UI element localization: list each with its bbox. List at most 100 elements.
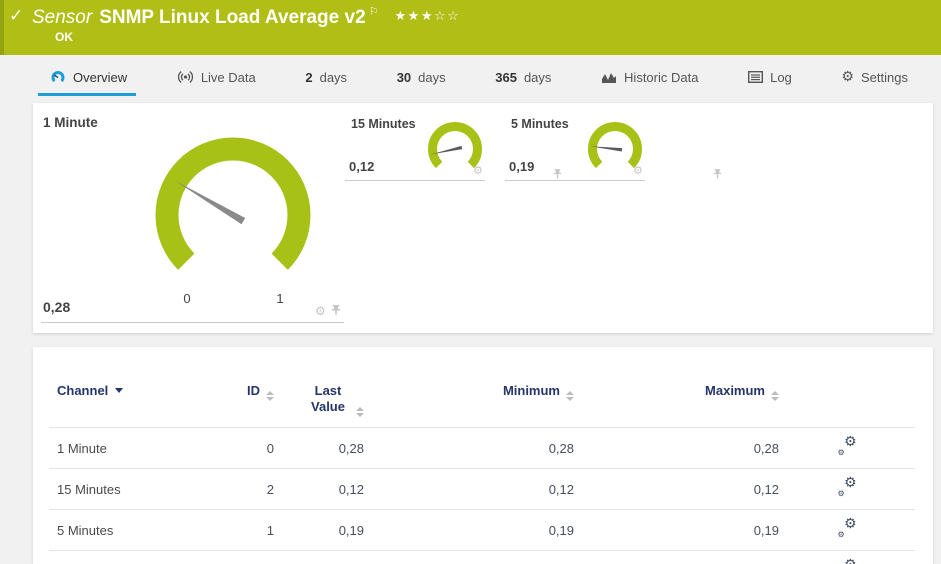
tab-number: 2: [305, 69, 313, 85]
tab-label: days: [523, 69, 552, 85]
sort-desc-icon: [115, 388, 124, 393]
minimum-cell: 0,28: [364, 427, 574, 469]
pin-icon[interactable]: [713, 169, 722, 180]
tab-settings[interactable]: ⚙ Settings: [838, 55, 911, 99]
tab-bar: Overview Live Data 2 days 30 days 365 da…: [0, 55, 941, 99]
tab-historic-data[interactable]: Historic Data: [598, 55, 701, 99]
tab-label: Settings: [860, 69, 908, 85]
prtg-sensor-page: ✓ Sensor SNMP Linux Load Average v2 ⚐ ★★★☆☆…: [0, 0, 941, 564]
tab-label: Historic Data: [624, 69, 699, 85]
tab-2-days[interactable]: 2 days: [302, 55, 350, 99]
channel-settings-icon[interactable]: ⚙⚙: [838, 476, 857, 498]
sensor-status-badge: OK: [55, 30, 73, 44]
gauge-divider: [41, 322, 344, 323]
channel-id-cell: 2: [199, 468, 274, 510]
maximum-cell: 0,28: [574, 427, 779, 469]
sort-icon: [356, 407, 364, 418]
tab-overview[interactable]: Overview: [37, 55, 137, 99]
maximum-cell: 0,12: [574, 468, 779, 510]
header-edge: [0, 0, 4, 55]
gauge-value-5-minutes: 0,19: [509, 159, 535, 174]
gauge-controls: ⚙: [315, 305, 341, 317]
tab-log[interactable]: Log: [745, 55, 795, 99]
maximum-cell: 0,19: [574, 509, 779, 551]
chart-icon: [602, 72, 617, 83]
gauge-divider: [345, 180, 485, 181]
gauge-scale-max: 1: [276, 291, 283, 306]
channel-name-cell: Downtime: [49, 550, 199, 564]
channel-name-cell: 15 Minutes: [49, 468, 199, 510]
column-header-channel[interactable]: Channel: [49, 377, 199, 428]
gauge-divider: [505, 180, 645, 181]
table-row: 1 Minute 0 0,28 0,28 0,28 ⚙ ⚙: [49, 427, 915, 469]
gauge-value-15-minutes: 0,12: [349, 159, 375, 174]
channel-id-cell: 1: [199, 509, 274, 551]
column-label: ID: [247, 383, 260, 398]
tab-365-days[interactable]: 365 days: [492, 55, 554, 99]
last-value-cell: 0,19: [274, 509, 364, 551]
column-header-maximum[interactable]: Maximum: [574, 377, 779, 428]
tab-label: days: [418, 69, 446, 85]
column-label: Minimum: [502, 383, 560, 398]
tab-label: days: [319, 69, 348, 85]
gauge-title-1-minute: 1 Minute: [43, 115, 98, 130]
sensor-header: ✓ Sensor SNMP Linux Load Average v2 ⚐ ★★★☆☆…: [0, 0, 941, 55]
column-header-last-value[interactable]: Last Value: [274, 377, 364, 428]
column-label: Last Value: [311, 383, 345, 415]
sort-icon: [566, 391, 574, 401]
gauge-scale-min: 0: [183, 291, 190, 306]
minimum-cell: 0,12: [364, 468, 574, 510]
table-row: 15 Minutes 2 0,12 0,12 0,12 ⚙ ⚙: [49, 468, 915, 510]
last-value-cell: 0,12: [274, 468, 364, 510]
log-list-icon: [748, 71, 764, 83]
channels-table: Channel ID Last Value Minimum Maximum 1 …: [49, 377, 915, 564]
tab-live-data[interactable]: Live Data: [174, 55, 259, 99]
table-row: Downtime -4 ⚙⚙: [49, 550, 915, 564]
channel-name-cell: 5 Minutes: [49, 509, 199, 551]
sensor-title-row: Sensor SNMP Linux Load Average v2 ⚐ ★★★☆☆: [32, 5, 460, 29]
maximum-cell: [574, 550, 779, 564]
gauge-value-1-minute: 0,28: [43, 299, 71, 315]
gauge-1-minute: 0 1: [155, 137, 311, 306]
channel-settings-icon[interactable]: ⚙⚙: [838, 435, 857, 457]
gear-icon[interactable]: ⚙: [315, 305, 326, 317]
sort-icon: [266, 391, 274, 401]
table-header-row: Channel ID Last Value Minimum Maximum: [49, 377, 915, 428]
gauge-controls: ⚙: [633, 165, 722, 180]
pin-icon[interactable]: [331, 305, 341, 317]
channels-panel: Channel ID Last Value Minimum Maximum 1 …: [33, 347, 933, 564]
tab-label: Log: [770, 69, 792, 85]
last-value-cell: 0,28: [274, 427, 364, 469]
live-waves-icon: [177, 71, 193, 83]
gauge-title-15-minutes: 15 Minutes: [351, 117, 416, 131]
gauge-icon: [51, 71, 65, 83]
gauge-block-15-minutes: 15 Minutes 0,12 ⚙: [345, 115, 562, 181]
minimum-cell: 0,19: [364, 509, 574, 551]
gauge-title-5-minutes: 5 Minutes: [511, 117, 569, 131]
gauge-controls: ⚙: [473, 165, 562, 180]
object-kind-label: Sensor: [32, 7, 93, 28]
priority-stars[interactable]: ★★★☆☆: [395, 9, 461, 24]
sort-icon: [771, 391, 779, 401]
channel-id-cell: 0: [199, 427, 274, 469]
channel-id-cell: -4: [199, 550, 274, 564]
column-header-minimum[interactable]: Minimum: [364, 377, 574, 428]
channel-name-cell: 1 Minute: [49, 427, 199, 469]
status-check-icon: ✓: [9, 6, 24, 26]
channel-settings-icon[interactable]: ⚙⚙: [838, 517, 857, 539]
last-value-cell: [274, 550, 364, 564]
column-header-id[interactable]: ID: [199, 377, 274, 428]
column-header-actions: [779, 377, 915, 428]
flag-icon[interactable]: ⚐: [369, 5, 379, 18]
column-label: Maximum: [705, 383, 765, 398]
gear-icon: ⚙: [841, 69, 854, 85]
tab-30-days[interactable]: 30 days: [394, 55, 449, 99]
table-row: 5 Minutes 1 0,19 0,19 0,19 ⚙ ⚙: [49, 509, 915, 551]
tab-number: 365: [495, 69, 517, 85]
sensor-name: SNMP Linux Load Average v2: [99, 7, 366, 28]
tab-label: Live Data: [200, 69, 256, 85]
gear-icon[interactable]: ⚙: [633, 165, 643, 176]
gauge-block-5-minutes: 5 Minutes 0,19 ⚙: [505, 115, 722, 181]
column-label: Channel: [57, 383, 109, 398]
gear-icon[interactable]: ⚙: [473, 165, 483, 176]
